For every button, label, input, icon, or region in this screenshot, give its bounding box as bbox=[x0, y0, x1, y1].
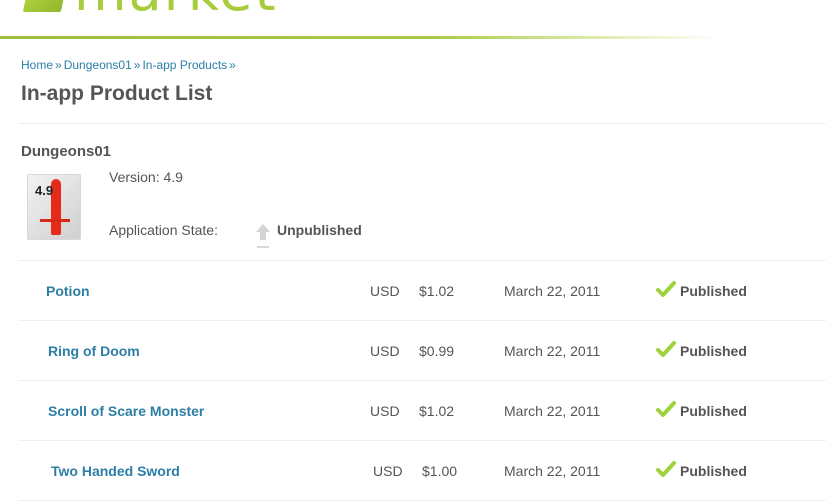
sword-guard-icon bbox=[40, 219, 70, 222]
product-price: $1.02 bbox=[419, 403, 455, 419]
product-name-link[interactable]: Two Handed Sword bbox=[51, 463, 180, 479]
product-currency: USD bbox=[370, 283, 400, 299]
checkmark-icon bbox=[656, 341, 676, 357]
app-icon: 4.9 bbox=[27, 174, 81, 240]
product-status: Published bbox=[680, 403, 747, 419]
app-icon-label: 4.9 bbox=[35, 183, 54, 198]
breadcrumb: Home» Dungeons01» In-app Products» bbox=[21, 58, 238, 72]
unpublished-arrow-icon bbox=[256, 224, 270, 248]
product-currency: USD bbox=[373, 463, 403, 479]
app-version: Version: 4.9 bbox=[109, 169, 183, 185]
market-logo[interactable]: market bbox=[22, 0, 278, 19]
breadcrumb-home[interactable]: Home bbox=[21, 58, 53, 72]
header-divider bbox=[0, 36, 720, 39]
checkmark-icon bbox=[656, 281, 676, 297]
market-bag-icon bbox=[22, 0, 68, 16]
product-list: Potion USD $1.02 March 22, 2011 Publishe… bbox=[18, 261, 826, 501]
breadcrumb-separator: » bbox=[55, 58, 62, 72]
app-state-value: Unpublished bbox=[277, 222, 362, 238]
version-label: Version: bbox=[109, 169, 160, 185]
product-row: Potion USD $1.02 March 22, 2011 Publishe… bbox=[18, 261, 826, 321]
product-price: $1.02 bbox=[419, 283, 455, 299]
product-date: March 22, 2011 bbox=[504, 403, 601, 419]
breadcrumb-separator: » bbox=[133, 58, 141, 72]
product-currency: USD bbox=[370, 403, 400, 419]
version-value: 4.9 bbox=[163, 169, 183, 185]
product-date: March 22, 2011 bbox=[504, 463, 601, 479]
product-date: March 22, 2011 bbox=[504, 283, 601, 299]
product-status: Published bbox=[680, 343, 747, 359]
product-status: Published bbox=[680, 283, 747, 299]
product-row: Ring of Doom USD $0.99 March 22, 2011 Pu… bbox=[18, 321, 826, 381]
app-state-label: Application State: bbox=[109, 222, 218, 238]
breadcrumb-separator: » bbox=[229, 58, 236, 72]
product-status: Published bbox=[680, 463, 747, 479]
product-currency: USD bbox=[370, 343, 400, 359]
product-name-link[interactable]: Potion bbox=[46, 283, 90, 299]
app-name: Dungeons01 bbox=[21, 143, 112, 160]
product-row: Scroll of Scare Monster USD $1.02 March … bbox=[18, 381, 826, 441]
product-price: $1.00 bbox=[422, 463, 458, 479]
product-name-link[interactable]: Ring of Doom bbox=[48, 343, 140, 359]
divider bbox=[18, 123, 826, 124]
logo-text: market bbox=[74, 0, 278, 19]
checkmark-icon bbox=[656, 461, 676, 477]
product-date: March 22, 2011 bbox=[504, 343, 601, 359]
checkmark-icon bbox=[656, 401, 676, 417]
product-row: Two Handed Sword USD $1.00 March 22, 201… bbox=[18, 441, 826, 501]
product-price: $0.99 bbox=[419, 343, 455, 359]
product-name-link[interactable]: Scroll of Scare Monster bbox=[48, 403, 204, 419]
breadcrumb-app[interactable]: Dungeons01 bbox=[64, 58, 132, 72]
breadcrumb-inapp-products[interactable]: In-app Products bbox=[142, 58, 227, 72]
page-title: In-app Product List bbox=[21, 82, 213, 105]
